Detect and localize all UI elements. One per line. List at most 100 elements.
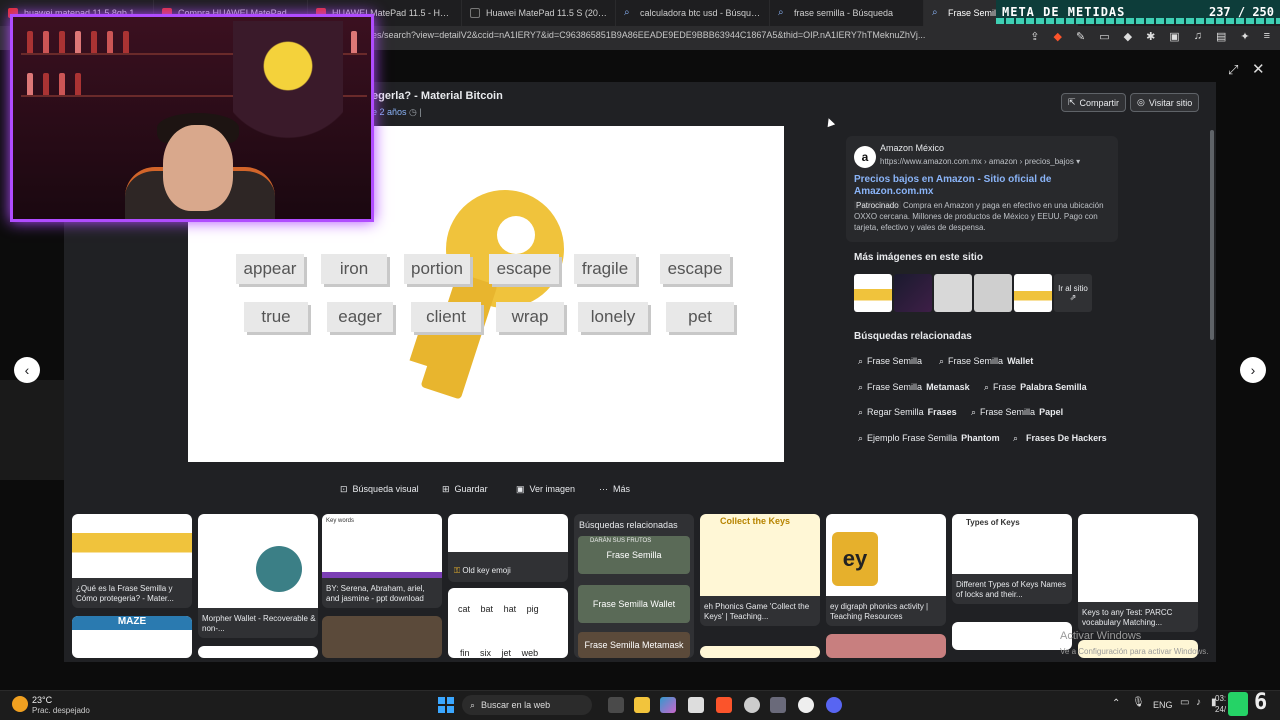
related-chip[interactable]: ⌕ Frase Palabra Semilla	[984, 379, 1087, 395]
view-image-button[interactable]: ▣ Ver imagen	[516, 482, 575, 496]
go-to-site-button[interactable]: Ir al sitio ⇗	[1054, 274, 1092, 312]
task-view-icon[interactable]	[608, 697, 624, 713]
wallet-icon[interactable]: ▤	[1216, 30, 1226, 43]
related-chip[interactable]: ⌕ Frase Semilla Metamask	[858, 379, 970, 395]
diamond-icon[interactable]: ◆	[1124, 30, 1132, 43]
seed-word: fragile	[574, 254, 636, 284]
related-chip[interactable]: ⌕ Frase Semilla Papel	[971, 404, 1063, 420]
site-thumbnail[interactable]	[894, 274, 932, 312]
bottle	[91, 31, 97, 53]
related-chip[interactable]: ⌕ Regar Semilla Frases	[858, 404, 957, 420]
viewer-title[interactable]: egerla? - Material Bitcoin	[372, 90, 503, 102]
grid-card[interactable]: cat bat hat pig fin six jet web	[448, 588, 568, 658]
grid-card[interactable]: Types of Keys Different Types of Keys Na…	[952, 514, 1072, 604]
caret-down-icon: ▾	[1076, 157, 1081, 166]
grid-card[interactable]	[700, 646, 820, 658]
share-icon[interactable]: ⇪	[1030, 30, 1039, 43]
taskbar-search[interactable]: ⌕ Buscar en la web	[462, 695, 592, 715]
network-icon[interactable]: ▭	[1180, 697, 1189, 708]
tab-5[interactable]: ⌕ calculadora btc usd - Búsqueda	[616, 0, 770, 26]
puzzle-icon[interactable]: ✱	[1146, 30, 1155, 43]
save-button[interactable]: ⊞ Guardar	[442, 482, 488, 496]
tab-4[interactable]: Huawei MatePad 11.5 S (2025) vs Xia	[462, 0, 616, 26]
related-chip[interactable]: ⌕ Frase Semilla Wallet	[939, 353, 1033, 369]
obs-icon[interactable]	[798, 697, 814, 713]
panel-scrollbar[interactable]	[1210, 130, 1214, 340]
menu-icon[interactable]: ≡	[1264, 30, 1270, 43]
camera-icon[interactable]	[770, 697, 786, 713]
bottle	[59, 73, 65, 95]
grid-card[interactable]: Keys to any Test: PARCC vocabulary Match…	[1078, 514, 1198, 632]
grid-card[interactable]: Collect the Keys eh Phonics Game 'Collec…	[700, 514, 820, 626]
weather-icon[interactable]	[12, 696, 28, 712]
bottle	[59, 31, 65, 53]
more-button[interactable]: ··· Más	[599, 482, 630, 496]
site-thumbnail[interactable]	[934, 274, 972, 312]
search-icon: ⌕	[932, 7, 938, 18]
ad-title-link[interactable]: Precios bajos en Amazon - Sitio oficial …	[854, 174, 1094, 198]
ad-site-name[interactable]: Amazon México	[880, 143, 944, 153]
language-indicator[interactable]: ENG	[1153, 700, 1173, 710]
search-icon: ⌕	[858, 406, 864, 417]
copilot-icon[interactable]	[660, 697, 676, 713]
site-thumbnail[interactable]	[1014, 274, 1052, 312]
site-thumbnail[interactable]	[854, 274, 892, 312]
related-image-chip[interactable]: Frase Semilla Wallet	[578, 585, 690, 623]
search-icon: ⌕	[939, 355, 945, 366]
ad-url[interactable]: https://www.amazon.com.mx › amazon › pre…	[880, 157, 1080, 166]
share-button[interactable]: ⇱ Compartir	[1061, 93, 1127, 112]
brave-shield-icon[interactable]: ◆	[1054, 30, 1062, 43]
ai-icon[interactable]: ✦	[1240, 30, 1249, 43]
weather-temp[interactable]: 23°C	[32, 695, 52, 705]
related-chip[interactable]: ⌕ Frases De Hackers	[1013, 430, 1107, 446]
related-image-chip[interactable]: Frase Semilla Metamask	[578, 632, 690, 658]
related-chip[interactable]: ⌕ Ejemplo Frase Semilla Phantom	[858, 430, 1000, 446]
weather-desc[interactable]: Prac. despejado	[32, 706, 90, 715]
grid-card[interactable]	[952, 622, 1072, 650]
extension-icon[interactable]: ✎	[1076, 30, 1085, 43]
brave-browser-icon[interactable]	[716, 697, 732, 713]
clock-time[interactable]: 03:	[1215, 694, 1226, 703]
tray-chevron-icon[interactable]: ⌃	[1112, 698, 1120, 709]
grid-thumbnail	[700, 514, 820, 596]
windows-start-icon[interactable]	[438, 697, 454, 713]
bookmark-icon: ⊞	[442, 483, 450, 494]
grid-card[interactable]	[198, 646, 318, 658]
discord-icon[interactable]	[826, 697, 842, 713]
ad-description: Patrocinado Compra en Amazon y paga en e…	[854, 201, 1104, 232]
music-icon[interactable]: ♫	[1194, 30, 1202, 43]
tab-6[interactable]: ⌕ frase semilla - Búsqueda	[770, 0, 924, 26]
related-chip[interactable]: ⌕ Frase Semilla	[858, 353, 926, 369]
sidebar-icon[interactable]: ▣	[1169, 30, 1179, 43]
volume-icon[interactable]: ♪	[1196, 697, 1201, 708]
url-text[interactable]: es/search?view=detailV2&ccid=nA1IERY7&id…	[372, 30, 925, 40]
expand-icon[interactable]: ⤢	[1228, 62, 1238, 78]
grid-card[interactable]	[322, 616, 442, 658]
grid-card[interactable]: Morpher Wallet - Recoverable & non-...	[198, 514, 318, 638]
settings-gear-icon[interactable]	[744, 697, 760, 713]
visual-search-button[interactable]: ⊡ Búsqueda visual	[340, 482, 419, 496]
visit-site-button[interactable]: ◎ Visitar sitio	[1130, 93, 1200, 112]
goal-progress-bar	[996, 18, 1280, 24]
grid-card[interactable]: ⚿ Old key emoji	[448, 514, 568, 582]
grid-card[interactable]: ¿Qué es la Frase Semilla y Cómo proteger…	[72, 514, 192, 608]
minus-icon[interactable]: ▭	[1099, 30, 1109, 43]
site-thumbnail[interactable]	[974, 274, 1012, 312]
file-explorer-icon[interactable]	[634, 697, 650, 713]
grid-card[interactable]: ey ey digraph phonics activity | Teachin…	[826, 514, 946, 626]
grid-card[interactable]	[826, 634, 946, 658]
grid-card[interactable]: MAZE	[72, 616, 192, 658]
visual-search-icon: ⊡	[340, 483, 348, 494]
clock-date[interactable]: 24/	[1215, 705, 1226, 714]
store-icon[interactable]	[688, 697, 704, 713]
seed-word: iron	[321, 254, 387, 284]
previous-arrow-icon[interactable]: ‹	[14, 357, 40, 383]
seed-word: escape	[660, 254, 730, 284]
next-arrow-icon[interactable]: ›	[1240, 357, 1266, 383]
microphone-icon[interactable]: 🎙	[1132, 697, 1145, 708]
overlay-counter: 6	[1254, 690, 1268, 715]
grid-card[interactable]: Key words BY: Serena, Abraham, ariel, an…	[322, 514, 442, 608]
bottle	[43, 73, 49, 95]
external-link-icon: ⇗	[1069, 293, 1077, 302]
close-icon[interactable]: ✕	[1252, 60, 1265, 78]
